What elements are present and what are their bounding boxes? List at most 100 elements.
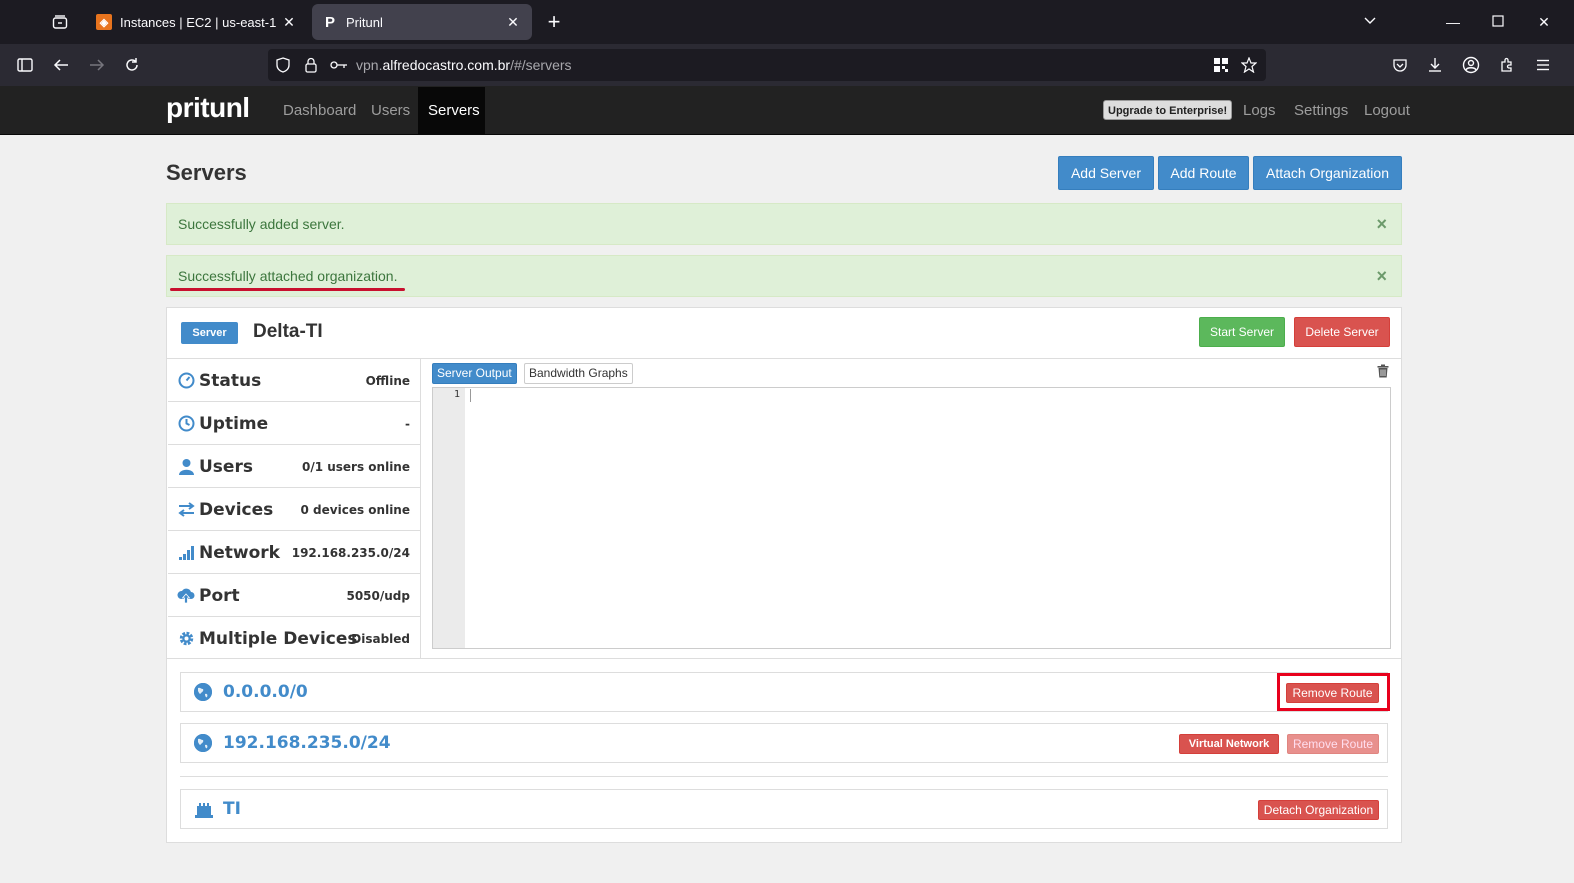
window-close-icon[interactable]: ✕ — [1530, 8, 1558, 36]
download-icon[interactable] — [1420, 50, 1450, 80]
pritunl-favicon-icon: P — [324, 13, 335, 31]
upgrade-enterprise-button[interactable]: Upgrade to Enterprise! — [1103, 100, 1233, 120]
chevron-down-icon[interactable] — [1356, 8, 1384, 36]
qr-code-icon[interactable] — [1206, 50, 1236, 80]
url-domain: alfredocastro.com.br — [382, 57, 511, 73]
close-icon[interactable]: ✕ — [504, 14, 522, 31]
nav-users[interactable]: Users — [361, 87, 420, 135]
nav-logs[interactable]: Logs — [1233, 87, 1286, 135]
url-text[interactable]: vpn.alfredocastro.com.br/#/servers — [356, 57, 572, 73]
delete-server-button[interactable]: Delete Server — [1294, 317, 1390, 347]
close-icon[interactable]: × — [1376, 204, 1387, 244]
aws-favicon-icon: ◈ — [96, 14, 112, 30]
cog-icon — [177, 630, 195, 648]
user-icon — [177, 458, 195, 476]
nav-dashboard[interactable]: Dashboard — [273, 87, 366, 135]
clock-icon — [177, 415, 195, 433]
info-value: 0/1 users online — [301, 460, 410, 474]
organization-name: TI — [223, 799, 241, 819]
remove-route-button-disabled: Remove Route — [1287, 734, 1379, 754]
tab-list-icon[interactable] — [46, 8, 74, 36]
info-label: Multiple Devices — [199, 629, 358, 649]
info-row-status: Status Offline — [168, 359, 420, 402]
editor-gutter — [433, 388, 465, 648]
close-icon[interactable]: × — [1376, 256, 1387, 296]
virtual-network-badge: Virtual Network — [1179, 734, 1279, 754]
dashboard-icon — [177, 372, 195, 390]
shield-icon[interactable] — [268, 50, 298, 80]
server-badge: Server — [181, 322, 238, 344]
info-label: Network — [199, 543, 280, 563]
reload-icon[interactable] — [117, 50, 147, 80]
pritunl-logo[interactable]: pritunl — [166, 92, 250, 124]
tab-label: Pritunl — [346, 14, 383, 30]
info-row-multiple-devices: Multiple Devices Disabled — [168, 617, 420, 660]
route-network: 0.0.0.0/0 — [223, 682, 308, 702]
route-row: 0.0.0.0/0 — [180, 672, 1388, 712]
browser-tab-ec2[interactable]: ◈ Instances | EC2 | us-east-1 ✕ — [86, 4, 308, 40]
tab-label: Instances | EC2 | us-east-1 — [120, 14, 277, 30]
key-permissions-icon[interactable] — [324, 50, 354, 80]
bookmark-star-icon[interactable] — [1234, 50, 1264, 80]
forward-arrow-icon[interactable] — [82, 50, 112, 80]
info-value: - — [405, 417, 410, 431]
nav-servers[interactable]: Servers — [418, 87, 485, 135]
info-value: Offline — [365, 374, 410, 388]
trash-icon[interactable] — [1376, 364, 1390, 380]
info-value: 192.168.235.0/24 — [291, 546, 410, 560]
alert-success: Successfully added server. × — [166, 203, 1402, 245]
back-arrow-icon[interactable] — [46, 50, 76, 80]
info-value: Disabled — [351, 632, 410, 646]
cloud-upload-icon — [177, 587, 195, 605]
info-label: Status — [199, 371, 262, 391]
info-label: Uptime — [199, 414, 269, 434]
info-label: Users — [199, 457, 253, 477]
transfer-icon — [177, 501, 195, 519]
maximize-icon[interactable] — [1484, 8, 1512, 36]
annotation-highlight-box — [1277, 673, 1390, 711]
text-cursor — [470, 389, 471, 402]
alert-message: Successfully added server. — [178, 216, 345, 232]
divider — [420, 359, 421, 658]
url-prefix: vpn. — [356, 57, 383, 73]
tab-server-output[interactable]: Server Output — [432, 363, 517, 384]
account-icon[interactable] — [1456, 50, 1486, 80]
url-path: /#/servers — [510, 57, 572, 73]
signal-icon — [177, 544, 195, 562]
hamburger-menu-icon[interactable] — [1528, 50, 1558, 80]
close-icon[interactable]: ✕ — [280, 14, 298, 31]
info-row-devices: Devices 0 devices online — [168, 488, 420, 531]
globe-icon — [194, 734, 212, 752]
attach-organization-button[interactable]: Attach Organization — [1253, 156, 1402, 190]
add-server-button[interactable]: Add Server — [1058, 156, 1154, 190]
server-name: Delta-TI — [253, 321, 323, 342]
info-value: 5050/udp — [346, 589, 410, 603]
info-row-network: Network 192.168.235.0/24 — [168, 531, 420, 574]
pocket-icon[interactable] — [1385, 50, 1415, 80]
annotation-underline — [170, 288, 405, 291]
page-title: Servers — [166, 160, 247, 185]
extensions-icon[interactable] — [1492, 50, 1522, 80]
start-server-button[interactable]: Start Server — [1199, 317, 1285, 347]
browser-tab-pritunl[interactable]: P Pritunl ✕ — [312, 4, 532, 40]
new-tab-plus-icon[interactable]: + — [540, 8, 568, 36]
divider — [180, 776, 1388, 777]
info-value: 0 devices online — [300, 503, 410, 517]
info-row-users: Users 0/1 users online — [168, 445, 420, 488]
tab-bandwidth-graphs[interactable]: Bandwidth Graphs — [524, 363, 633, 384]
alert-message: Successfully attached organization. — [178, 268, 398, 284]
nav-logout[interactable]: Logout — [1354, 87, 1420, 135]
organization-icon — [195, 800, 213, 818]
add-route-button[interactable]: Add Route — [1158, 156, 1249, 190]
sidebar-toggle-icon[interactable] — [10, 50, 40, 80]
nav-settings[interactable]: Settings — [1284, 87, 1358, 135]
info-row-uptime: Uptime - — [168, 402, 420, 445]
organization-row: TI — [180, 789, 1388, 829]
info-label: Port — [199, 586, 240, 606]
minimize-icon[interactable]: — — [1439, 8, 1467, 36]
detach-organization-button[interactable]: Detach Organization — [1258, 800, 1379, 820]
info-row-port: Port 5050/udp — [168, 574, 420, 617]
info-label: Devices — [199, 500, 274, 520]
server-output-editor[interactable] — [432, 387, 1391, 649]
lock-icon[interactable] — [296, 50, 326, 80]
